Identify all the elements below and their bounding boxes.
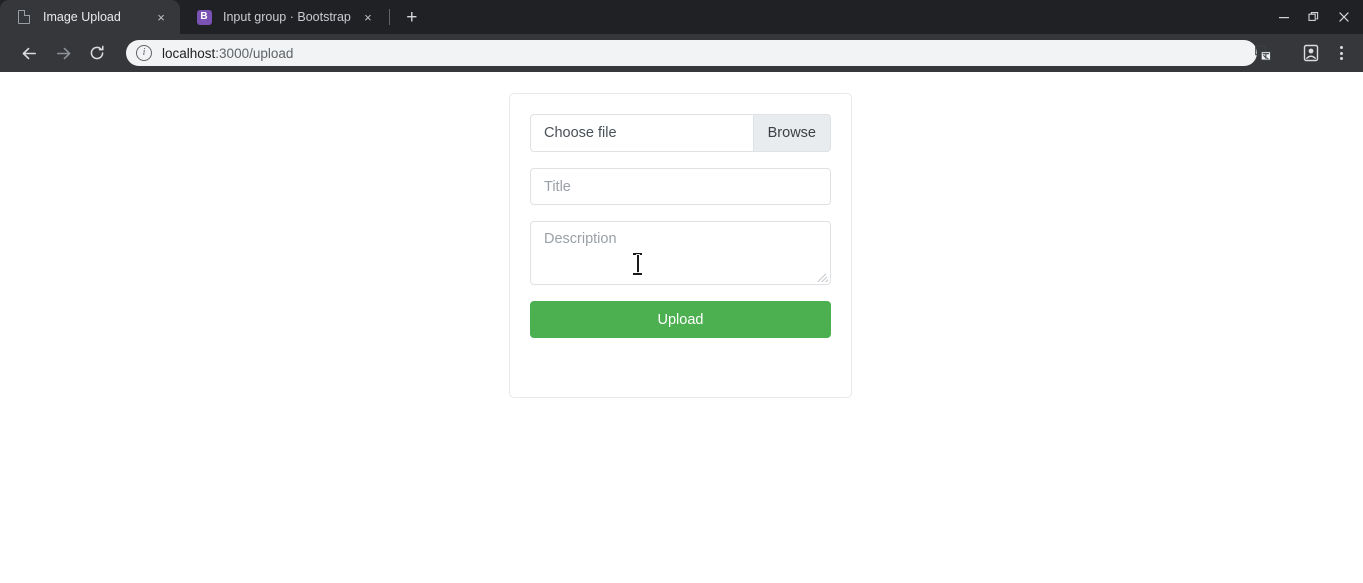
translate-icon[interactable]: A xyxy=(1249,39,1277,67)
bootstrap-icon: B xyxy=(196,9,212,25)
upload-form: Choose file Browse Title Description Upl… xyxy=(510,94,851,338)
info-icon[interactable]: i xyxy=(136,45,152,61)
tab-input-group-bootstrap[interactable]: B Input group · Bootstrap × xyxy=(180,0,387,34)
description-placeholder: Description xyxy=(544,231,617,247)
window-controls xyxy=(1269,0,1363,34)
url-text: localhost:3000/upload xyxy=(162,46,293,61)
url-host: localhost xyxy=(162,45,216,61)
choose-file-input[interactable]: Choose file xyxy=(530,114,753,152)
close-window-icon[interactable] xyxy=(1329,2,1359,32)
address-bar[interactable]: i localhost:3000/upload xyxy=(126,40,1257,66)
close-icon[interactable]: × xyxy=(152,8,170,26)
profile-icon[interactable] xyxy=(1297,39,1325,67)
maximize-restore-icon[interactable] xyxy=(1299,2,1329,32)
reload-icon[interactable] xyxy=(82,38,112,68)
close-icon[interactable]: × xyxy=(359,8,377,26)
browser-window: Image Upload × B Input group · Bootstrap… xyxy=(0,0,1363,583)
tab-title: Image Upload xyxy=(43,10,121,24)
browse-button[interactable]: Browse xyxy=(752,114,831,152)
tab-image-upload[interactable]: Image Upload × xyxy=(0,0,180,34)
upload-form-card: Choose file Browse Title Description Upl… xyxy=(509,93,852,398)
file-input-group: Choose file Browse xyxy=(530,114,831,152)
document-icon xyxy=(16,9,32,25)
tab-title: Input group · Bootstrap xyxy=(223,10,351,24)
url-path: :3000/upload xyxy=(215,45,294,61)
tab-strip: Image Upload × B Input group · Bootstrap… xyxy=(0,0,1363,34)
title-input[interactable]: Title xyxy=(530,168,831,205)
bootstrap-icon-letter: B xyxy=(196,9,212,25)
upload-button[interactable]: Upload xyxy=(530,301,831,338)
browser-toolbar: i localhost:3000/upload A xyxy=(0,34,1363,72)
forward-icon[interactable] xyxy=(48,38,78,68)
browser-menu-icon[interactable] xyxy=(1327,39,1355,67)
new-tab-button[interactable]: + xyxy=(398,3,426,31)
minimize-icon[interactable] xyxy=(1269,2,1299,32)
page-viewport: Choose file Browse Title Description Upl… xyxy=(0,72,1363,583)
tab-divider xyxy=(388,9,390,25)
description-textarea[interactable]: Description xyxy=(530,221,831,285)
back-icon[interactable] xyxy=(14,38,44,68)
resize-handle-icon[interactable] xyxy=(817,271,828,282)
